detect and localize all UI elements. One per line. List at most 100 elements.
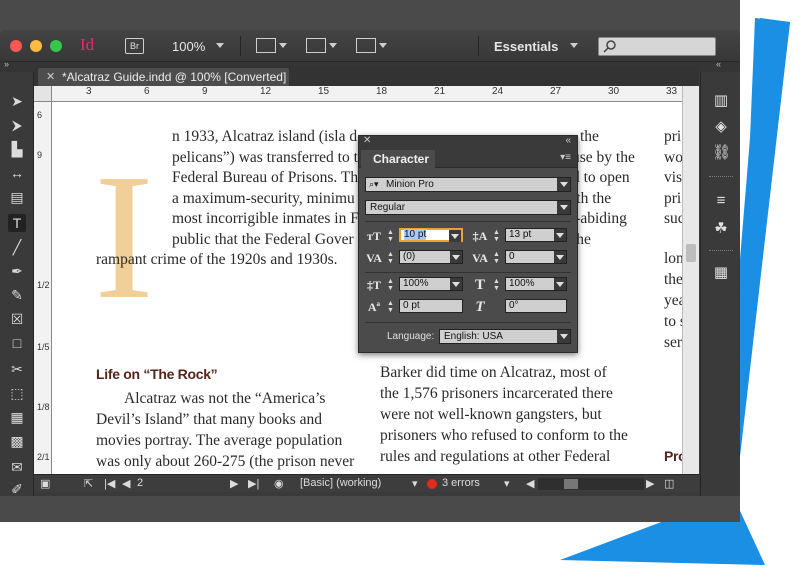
horizontal-scale-field[interactable]: 100% [505, 277, 567, 291]
font-size-stepper[interactable]: ▲ ▼ [386, 229, 395, 243]
search-input[interactable] [598, 37, 716, 56]
screen-mode-icon[interactable] [306, 38, 326, 53]
next-page-icon[interactable]: ▶ [230, 477, 238, 490]
leading-stepper[interactable]: ▲ ▼ [492, 229, 501, 243]
line-tool-icon[interactable]: ╱ [8, 238, 26, 256]
preflight-icon[interactable]: ▣ [40, 477, 50, 490]
workspace-switcher[interactable]: Essentials [494, 39, 558, 54]
kerning-stepper[interactable]: ▲ ▼ [386, 251, 395, 265]
close-window-button[interactable] [10, 40, 22, 52]
kerning-field[interactable]: (0) [399, 250, 463, 264]
chevron-down-icon[interactable]: ▾ [504, 477, 510, 490]
collapse-panel-icon[interactable]: « [565, 135, 571, 146]
layers-panel-icon[interactable]: ◈ [712, 118, 730, 136]
zoom-level-select[interactable]: 100% [172, 39, 205, 54]
page-tool-icon[interactable]: ▙ [8, 140, 26, 158]
chevron-down-icon[interactable] [557, 178, 570, 191]
last-page-icon[interactable]: ▶| [248, 477, 259, 490]
font-size-field[interactable]: 10 pt [399, 228, 463, 242]
scissors-tool-icon[interactable]: ✂ [8, 360, 26, 378]
error-status-icon [427, 479, 437, 489]
gap-tool-icon[interactable]: ↔ [8, 164, 26, 182]
stroke-panel-icon[interactable]: ≡ [712, 192, 730, 210]
chevron-down-icon[interactable] [554, 251, 566, 263]
direct-selection-tool-icon[interactable]: ⮞ [8, 116, 26, 134]
panel-menu-icon[interactable]: ▾≡ [560, 152, 571, 163]
pages-panel-icon[interactable]: ▥ [712, 92, 730, 110]
arrange-documents-icon[interactable] [356, 38, 376, 53]
vertical-ruler[interactable]: 6 9 1/2 1/5 1/8 2/1 [34, 102, 52, 474]
skew-icon: T [475, 299, 485, 315]
tracking-field[interactable]: 0 [505, 250, 567, 264]
chevron-down-icon[interactable] [554, 278, 566, 290]
page-options-icon[interactable]: ◉ [274, 477, 284, 490]
horizontal-scroll-thumb[interactable] [564, 479, 578, 489]
chevron-down-icon[interactable]: ▾ [412, 477, 418, 490]
rectangle-tool-icon[interactable]: □ [8, 334, 26, 352]
tracking-stepper[interactable]: ▲ ▼ [492, 251, 501, 265]
ruler-origin[interactable] [34, 86, 52, 102]
chevron-down-icon[interactable] [450, 278, 462, 290]
body-text-line: public that the Federal Gover [172, 230, 354, 248]
tracking-icon: VA [472, 251, 488, 265]
baseline-shift-field[interactable]: 0 pt [399, 299, 463, 313]
free-transform-tool-icon[interactable]: ⬚ [8, 384, 26, 402]
chevron-down-icon[interactable] [449, 230, 461, 242]
scroll-left-icon[interactable]: ◀ [526, 477, 534, 490]
page-number-field[interactable]: 2 [137, 477, 143, 489]
bridge-button[interactable]: Br [125, 38, 144, 54]
gradient-feather-tool-icon[interactable]: ▩ [8, 432, 26, 450]
eyedropper-tool-icon[interactable]: ✐ [8, 480, 26, 496]
rectangle-frame-tool-icon[interactable]: ☒ [8, 310, 26, 328]
chevron-down-icon[interactable] [379, 43, 387, 48]
chevron-down-icon[interactable] [554, 229, 566, 241]
table-panel-icon[interactable]: ▦ [712, 264, 730, 282]
vertical-scrollbar[interactable] [682, 86, 699, 474]
skew-field[interactable]: 0° [505, 299, 567, 313]
chevron-down-icon[interactable] [570, 43, 578, 48]
chevron-down-icon[interactable] [557, 330, 570, 343]
body-text-line: Alcatraz was not the “America’s [124, 390, 326, 407]
font-style-select[interactable]: Regular [365, 200, 571, 215]
chevron-down-icon[interactable] [557, 201, 570, 214]
leading-field[interactable]: 13 pt [505, 228, 567, 242]
type-tool-icon[interactable]: T [8, 214, 26, 232]
pencil-tool-icon[interactable]: ✎ [8, 286, 26, 304]
chevron-down-icon[interactable] [279, 43, 287, 48]
minimize-window-button[interactable] [30, 40, 42, 52]
font-family-select[interactable]: ⌕▾ Minion Pro [365, 177, 571, 192]
scroll-right-icon[interactable]: ▶ [646, 477, 654, 490]
previous-page-icon[interactable]: ◀ [122, 477, 130, 490]
character-tab[interactable]: Character [361, 150, 435, 168]
preflight-errors[interactable]: 3 errors [442, 477, 480, 489]
selection-tool-icon[interactable]: ➤ [8, 92, 26, 110]
chevron-down-icon[interactable] [329, 43, 337, 48]
preflight-profile-select[interactable]: [Basic] (working) [300, 477, 381, 489]
split-window-icon[interactable]: ◫ [664, 477, 674, 490]
expand-panels-icon[interactable]: » [4, 59, 9, 69]
scrollbar-thumb[interactable] [686, 244, 696, 262]
view-options-icon[interactable] [256, 38, 276, 53]
note-tool-icon[interactable]: ✉ [8, 458, 26, 476]
horizontal-scrollbar[interactable] [538, 478, 644, 490]
first-page-icon[interactable]: |◀ [104, 477, 115, 490]
horizontal-scale-stepper[interactable]: ▲ ▼ [492, 278, 501, 292]
close-tab-icon[interactable]: ✕ [46, 68, 55, 86]
export-icon[interactable]: ⇱ [84, 477, 93, 490]
links-panel-icon[interactable]: ⛓ [712, 144, 731, 162]
chevron-down-icon[interactable] [216, 43, 224, 48]
gradient-tool-icon[interactable]: ▦ [8, 408, 26, 426]
zoom-window-button[interactable] [50, 40, 62, 52]
vertical-scale-field[interactable]: 100% [399, 277, 463, 291]
document-tab[interactable]: ✕ *Alcatraz Guide.indd @ 100% [Converted… [38, 68, 289, 86]
content-collector-icon[interactable]: ▤ [8, 188, 26, 206]
language-select[interactable]: English: USA [439, 329, 571, 344]
pen-tool-icon[interactable]: ✒ [8, 262, 26, 280]
chevron-down-icon[interactable] [450, 251, 462, 263]
baseline-shift-stepper[interactable]: ▲ ▼ [386, 300, 395, 314]
swatches-panel-icon[interactable]: ☘ [712, 220, 730, 238]
close-panel-icon[interactable]: ✕ [363, 135, 371, 146]
horizontal-ruler[interactable]: 3 6 9 12 15 18 21 24 27 30 33 [52, 86, 682, 102]
vertical-scale-stepper[interactable]: ▲ ▼ [386, 278, 395, 292]
collapse-panels-icon[interactable]: « [716, 59, 721, 69]
